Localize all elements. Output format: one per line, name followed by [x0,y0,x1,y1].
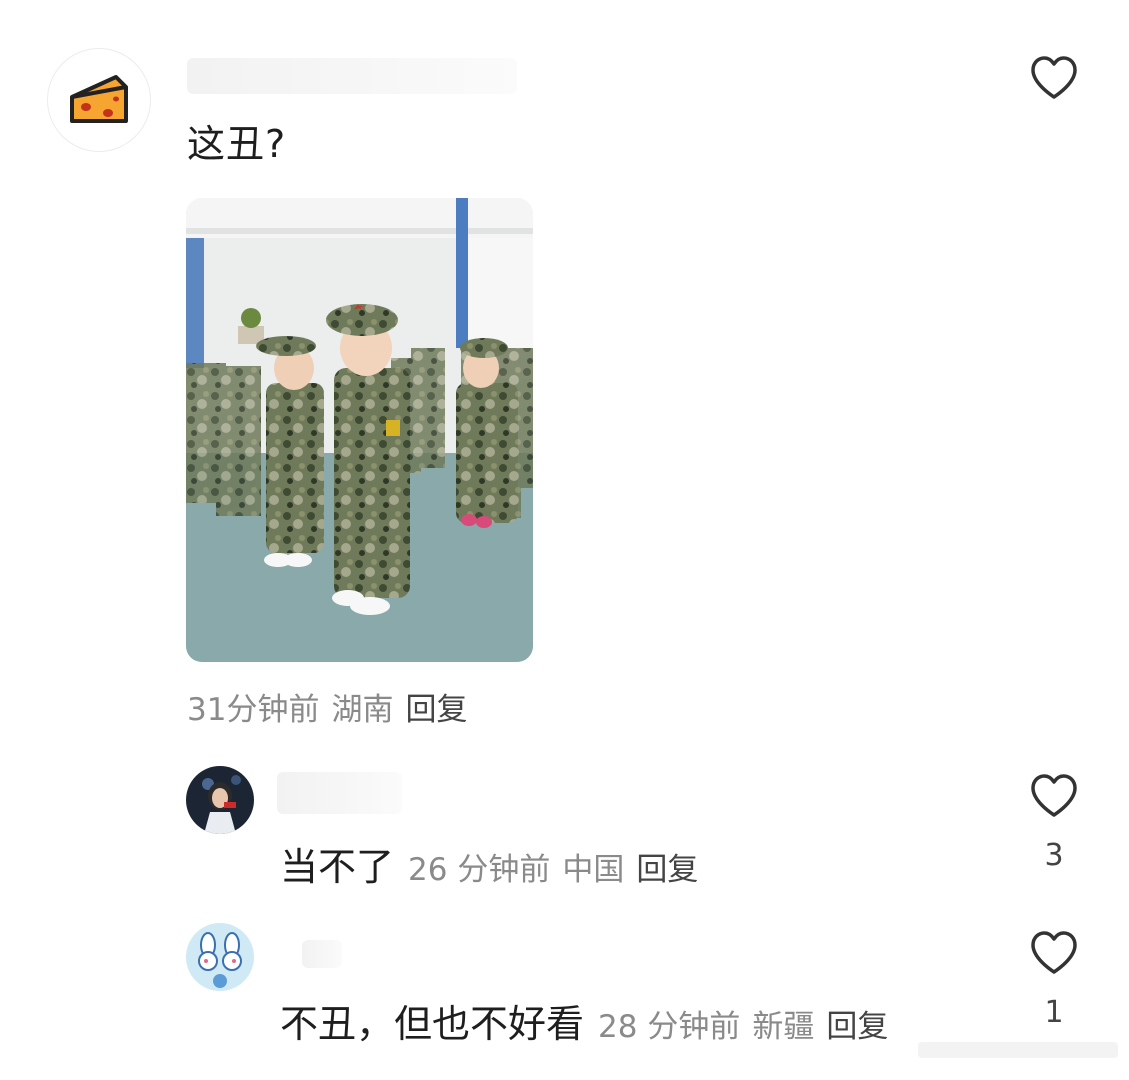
comment-photo[interactable] [186,198,533,662]
heart-outline-icon [1031,774,1077,817]
reply-button[interactable]: 回复 [636,852,698,888]
comment-text: 这丑? [187,122,287,166]
watermark [918,1042,1118,1058]
heart-outline-icon [1031,931,1077,974]
username-redacted [187,58,517,94]
reply-text: 不丑，但也不好看 [280,1002,585,1046]
like-count: 1 [1044,995,1064,1030]
reply-row: 不丑，但也不好看 28 分钟前 新疆 回复 [280,993,888,1048]
like-button[interactable] [1028,772,1080,820]
reply-avatar[interactable] [186,766,254,834]
reply-button[interactable]: 回复 [405,692,467,728]
comment-meta: 31分钟前 湖南 回复 [187,684,467,729]
avatar-photo [186,766,254,834]
comment-time: 31分钟前 [187,692,320,728]
username-redacted [277,772,402,814]
comment-thread: 这丑? 31分钟前 湖南 回复 当不了 26 分钟前 中国 回复 3 不丑，但也… [0,0,1129,1080]
reply-button[interactable]: 回复 [826,1009,888,1045]
reply-avatar[interactable] [186,923,254,991]
reply-row: 当不了 26 分钟前 中国 回复 [280,836,698,891]
avatar-illustration [186,923,254,991]
user-avatar-cheese[interactable] [47,48,151,152]
like-button[interactable] [1028,929,1080,977]
like-button[interactable] [1028,54,1080,102]
heart-outline-icon [1031,56,1077,99]
cheese-icon [70,75,128,123]
reply-text: 当不了 [280,845,395,889]
reply-location: 中国 [562,852,625,888]
comment-location: 湖南 [331,692,394,728]
reply-time: 28 分钟前 [598,1009,741,1045]
reply-location: 新疆 [752,1009,815,1045]
photo-children-camouflage-uniforms [186,198,533,662]
like-count: 3 [1044,838,1064,873]
username-redacted [302,940,342,968]
reply-time: 26 分钟前 [408,852,551,888]
